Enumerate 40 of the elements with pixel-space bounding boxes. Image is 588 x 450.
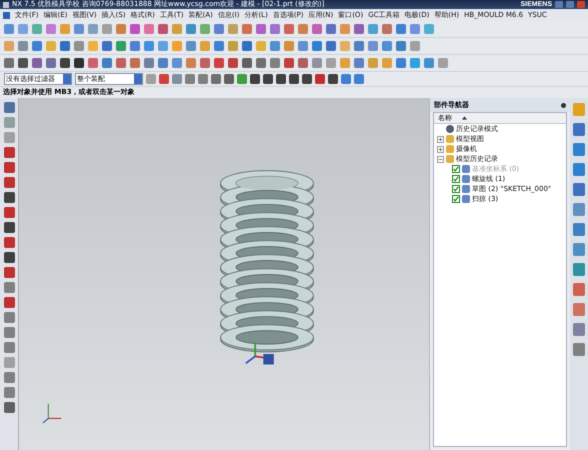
sort-ascending-icon — [462, 116, 467, 120]
checkbox[interactable] — [452, 185, 460, 193]
maximize-button[interactable] — [566, 1, 574, 8]
expand-toggle[interactable] — [437, 146, 444, 152]
resource-tab-icon[interactable] — [573, 103, 585, 116]
tool-icon[interactable] — [4, 237, 14, 248]
resource-tab-icon[interactable] — [573, 163, 585, 176]
resource-tab-icon[interactable] — [573, 283, 585, 296]
tool-icon[interactable] — [4, 297, 14, 308]
checkbox[interactable] — [452, 195, 460, 203]
node-icon — [446, 155, 454, 163]
resource-tab-icon[interactable] — [573, 303, 585, 316]
resource-tab-icon[interactable] — [573, 143, 585, 156]
resource-tab-icon[interactable] — [573, 223, 585, 236]
expand-toggle[interactable] — [437, 136, 444, 142]
resource-tab-icon[interactable] — [573, 123, 585, 136]
resource-tab-icon[interactable] — [573, 203, 585, 216]
node-icon — [446, 125, 454, 133]
tool-icon[interactable] — [4, 177, 14, 188]
tool-icon[interactable] — [4, 402, 14, 413]
minimize-button[interactable] — [555, 1, 563, 8]
checkbox[interactable] — [452, 175, 460, 183]
expand-toggle[interactable] — [437, 156, 444, 162]
tool-icon[interactable] — [4, 207, 14, 218]
resource-tab-icon[interactable] — [573, 343, 585, 356]
tool-icon[interactable] — [4, 102, 14, 113]
node-icon — [446, 145, 454, 153]
resource-tab-icon[interactable] — [573, 323, 585, 336]
tool-icon[interactable] — [4, 192, 14, 203]
close-button[interactable] — [577, 1, 585, 8]
tool-icon[interactable] — [4, 267, 14, 278]
tool-icon[interactable] — [4, 147, 14, 158]
resource-tab-icon[interactable] — [573, 243, 585, 256]
resource-tab-icon[interactable] — [573, 183, 585, 196]
node-icon — [446, 135, 454, 143]
resource-tab-icon[interactable] — [573, 263, 585, 276]
tool-icon[interactable] — [4, 222, 14, 233]
tool-icon[interactable] — [4, 162, 14, 173]
tool-icon[interactable] — [4, 252, 14, 263]
pin-icon[interactable] — [561, 102, 566, 108]
